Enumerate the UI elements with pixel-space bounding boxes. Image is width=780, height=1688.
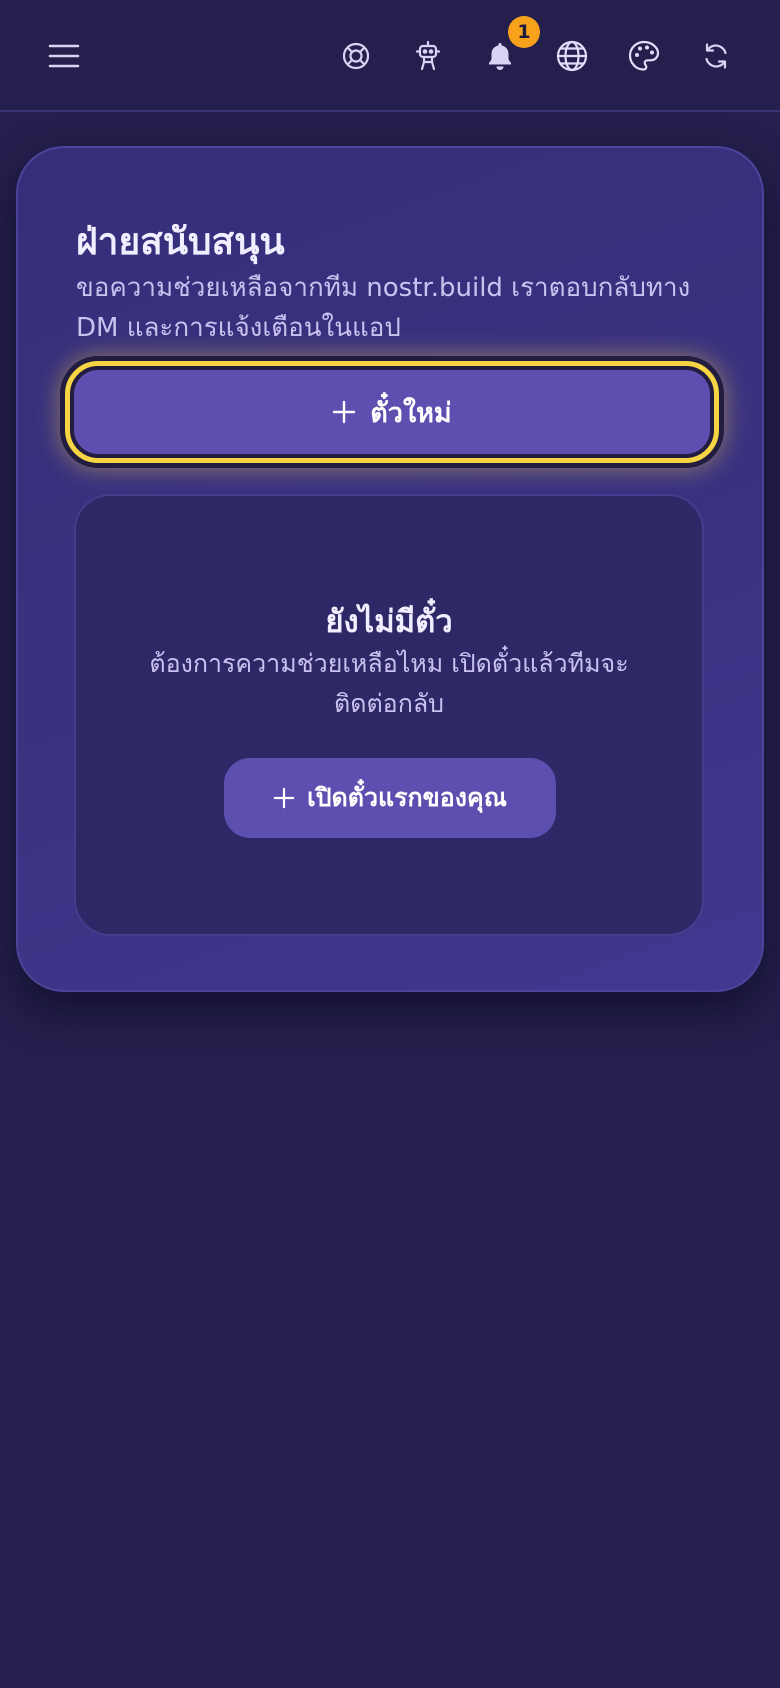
ai-button[interactable]	[394, 22, 462, 90]
menu-button[interactable]	[30, 22, 98, 90]
support-card: ฝ่ายสนับสนุน ขอความช่วยเหลือจากทีม nostr…	[16, 146, 764, 992]
page-title: ฝ่ายสนับสนุน	[76, 220, 285, 263]
refresh-icon	[705, 43, 727, 69]
lifebuoy-icon	[342, 42, 370, 70]
theme-button[interactable]	[610, 22, 678, 90]
notification-badge: 1	[508, 16, 540, 48]
empty-state-description: ต้องการความช่วยเหลือไหม เปิดตั๋วแล้วทีมจ…	[149, 649, 629, 718]
palette-icon	[628, 40, 660, 71]
plus-icon	[273, 787, 295, 809]
new-ticket-button[interactable]: ตั๋วใหม่	[74, 370, 710, 454]
menu-icon	[48, 44, 80, 68]
refresh-button[interactable]	[682, 22, 750, 90]
support-button[interactable]	[322, 22, 390, 90]
globe-icon	[556, 40, 588, 72]
page-description: ขอความช่วยเหลือจากทีม nostr.build เราตอบ…	[76, 273, 691, 343]
robot-icon	[415, 40, 441, 71]
plus-icon	[333, 400, 356, 424]
open-first-ticket-label: เปิดตั๋วแรกของคุณ	[307, 783, 507, 812]
new-ticket-label: ตั๋วใหม่	[370, 397, 452, 429]
empty-state-title: ยังไม่มีตั๋ว	[325, 604, 453, 640]
open-first-ticket-button[interactable]: เปิดตั๋วแรกของคุณ	[224, 758, 556, 838]
top-bar: 1	[0, 0, 780, 112]
bell-icon	[489, 43, 511, 70]
language-button[interactable]	[538, 22, 606, 90]
empty-state: ยังไม่มีตั๋ว ต้องการความช่วยเหลือไหม เปิ…	[74, 494, 704, 936]
